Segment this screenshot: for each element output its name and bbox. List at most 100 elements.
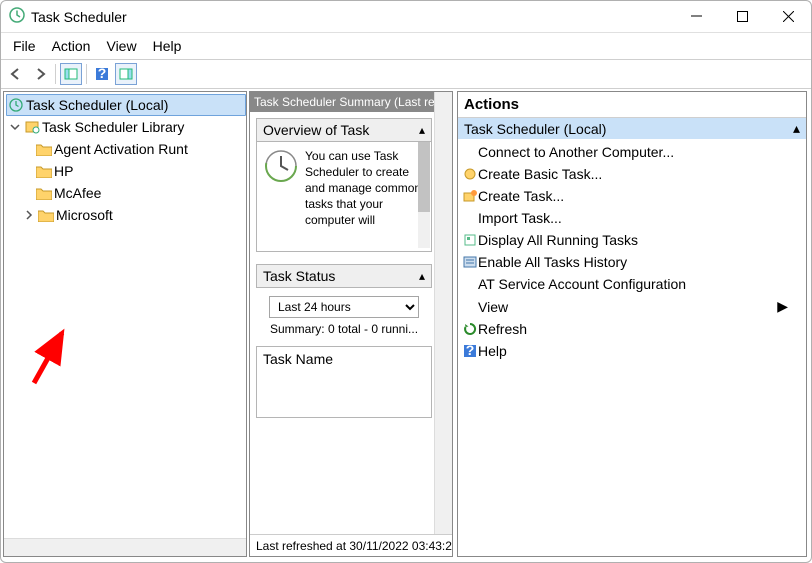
- forward-button[interactable]: [29, 63, 51, 85]
- show-hide-tree-button[interactable]: [60, 63, 82, 85]
- toolbar-separator: [86, 64, 87, 84]
- collapse-icon[interactable]: ▴: [793, 120, 800, 137]
- refresh-icon: [462, 321, 478, 337]
- action-import-task[interactable]: Import Task...: [458, 207, 806, 229]
- actions-pane: Actions Task Scheduler (Local) ▴ Connect…: [457, 91, 807, 557]
- close-button[interactable]: [765, 1, 811, 33]
- actions-title: Actions: [458, 92, 806, 118]
- titlebar: Task Scheduler: [1, 1, 811, 33]
- chevron-down-icon[interactable]: [8, 116, 22, 138]
- action-label: Create Basic Task...: [478, 166, 602, 182]
- collapse-icon[interactable]: ▴: [419, 269, 425, 283]
- menu-action[interactable]: Action: [44, 36, 99, 56]
- basic-task-icon: [462, 166, 478, 182]
- blank-icon: [462, 276, 478, 292]
- blank-icon: [462, 144, 478, 160]
- back-button[interactable]: [5, 63, 27, 85]
- action-create-basic-task[interactable]: Create Basic Task...: [458, 163, 806, 185]
- action-create-task[interactable]: Create Task...: [458, 185, 806, 207]
- running-tasks-icon: [462, 232, 478, 248]
- collapse-icon[interactable]: ▴: [419, 123, 425, 137]
- folder-icon: [36, 187, 52, 200]
- actions-subtitle-label: Task Scheduler (Local): [464, 121, 606, 137]
- chevron-right-icon[interactable]: [22, 204, 36, 226]
- clock-icon: [8, 97, 24, 113]
- actions-subtitle[interactable]: Task Scheduler (Local) ▴: [458, 118, 806, 139]
- tree-pane: Task Scheduler (Local) Task Scheduler Li…: [3, 91, 247, 557]
- action-at-service[interactable]: AT Service Account Configuration: [458, 273, 806, 295]
- show-hide-action-button[interactable]: [115, 63, 137, 85]
- maximize-button[interactable]: [719, 1, 765, 33]
- tree-library-node[interactable]: Task Scheduler Library: [6, 116, 246, 138]
- blank-icon: [462, 210, 478, 226]
- action-label: Import Task...: [478, 210, 562, 226]
- action-label: Enable All Tasks History: [478, 254, 627, 270]
- action-label: Help: [478, 343, 507, 359]
- actions-list: Connect to Another Computer... Create Ba…: [458, 139, 806, 364]
- status-summary: Summary: 0 total - 0 runni...: [256, 322, 432, 342]
- summary-header: Task Scheduler Summary (Last refreshe: [250, 92, 452, 112]
- blank-icon: [462, 299, 478, 315]
- history-icon: [462, 254, 478, 270]
- last-refreshed: Last refreshed at 30/11/2022 03:43:22: [250, 534, 452, 556]
- library-icon: [24, 119, 40, 135]
- tree-root-node[interactable]: Task Scheduler (Local): [6, 94, 246, 116]
- tree-node-label: Task Scheduler (Local): [26, 97, 168, 113]
- action-label: AT Service Account Configuration: [478, 276, 686, 292]
- tree-node-label: McAfee: [54, 185, 101, 201]
- clock-icon: [263, 148, 299, 184]
- action-label: View: [478, 299, 508, 315]
- taskname-label: Task Name: [263, 351, 333, 367]
- action-view[interactable]: View ▶: [458, 295, 806, 318]
- overview-section-header[interactable]: Overview of Task ▴: [256, 118, 432, 142]
- summary-pane: Task Scheduler Summary (Last refreshe Ov…: [249, 91, 453, 557]
- tree-node-label: Microsoft: [56, 207, 113, 223]
- action-label: Display All Running Tasks: [478, 232, 638, 248]
- help-button[interactable]: ?: [91, 63, 113, 85]
- app-title: Task Scheduler: [31, 9, 673, 25]
- tree-child-node[interactable]: McAfee: [6, 182, 246, 204]
- summary-body: Overview of Task ▴ You can use Task Sche…: [250, 112, 452, 534]
- status-range-select[interactable]: Last 24 hours: [269, 296, 419, 318]
- overview-box: You can use Task Scheduler to create and…: [256, 142, 432, 252]
- action-label: Connect to Another Computer...: [478, 144, 674, 160]
- tree-child-node[interactable]: Microsoft: [6, 204, 246, 226]
- section-title: Overview of Task: [263, 122, 369, 138]
- vertical-scrollbar[interactable]: [434, 92, 452, 534]
- horizontal-scrollbar[interactable]: [4, 538, 246, 556]
- svg-text:?: ?: [98, 67, 107, 81]
- tree-child-node[interactable]: Agent Activation Runt: [6, 138, 246, 160]
- tree-node-label: HP: [54, 163, 73, 179]
- toolbar: ?: [1, 59, 811, 89]
- create-task-icon: [462, 188, 478, 204]
- action-display-running[interactable]: Display All Running Tasks: [458, 229, 806, 251]
- status-section-header[interactable]: Task Status ▴: [256, 264, 432, 288]
- section-title: Task Status: [263, 268, 335, 284]
- action-label: Refresh: [478, 321, 527, 337]
- action-label: Create Task...: [478, 188, 564, 204]
- action-connect[interactable]: Connect to Another Computer...: [458, 141, 806, 163]
- tree-node-label: Agent Activation Runt: [54, 141, 188, 157]
- menubar: File Action View Help: [1, 33, 811, 59]
- inner-scrollbar[interactable]: [418, 142, 430, 248]
- taskname-box: Task Name: [256, 346, 432, 418]
- tree-child-node[interactable]: HP: [6, 160, 246, 182]
- action-refresh[interactable]: Refresh: [458, 318, 806, 340]
- help-icon: ?: [462, 343, 478, 359]
- folder-icon: [38, 209, 54, 222]
- app-icon: [9, 7, 25, 26]
- svg-text:?: ?: [466, 344, 475, 358]
- menu-view[interactable]: View: [98, 36, 144, 56]
- action-help[interactable]: ? Help: [458, 340, 806, 362]
- folder-icon: [36, 143, 52, 156]
- tree-node-label: Task Scheduler Library: [42, 119, 184, 135]
- tree: Task Scheduler (Local) Task Scheduler Li…: [4, 92, 246, 538]
- toolbar-separator: [55, 64, 56, 84]
- main-area: Task Scheduler (Local) Task Scheduler Li…: [1, 89, 811, 559]
- submenu-arrow-icon: ▶: [777, 298, 788, 315]
- minimize-button[interactable]: [673, 1, 719, 33]
- menu-help[interactable]: Help: [145, 36, 190, 56]
- action-enable-history[interactable]: Enable All Tasks History: [458, 251, 806, 273]
- folder-icon: [36, 165, 52, 178]
- menu-file[interactable]: File: [5, 36, 44, 56]
